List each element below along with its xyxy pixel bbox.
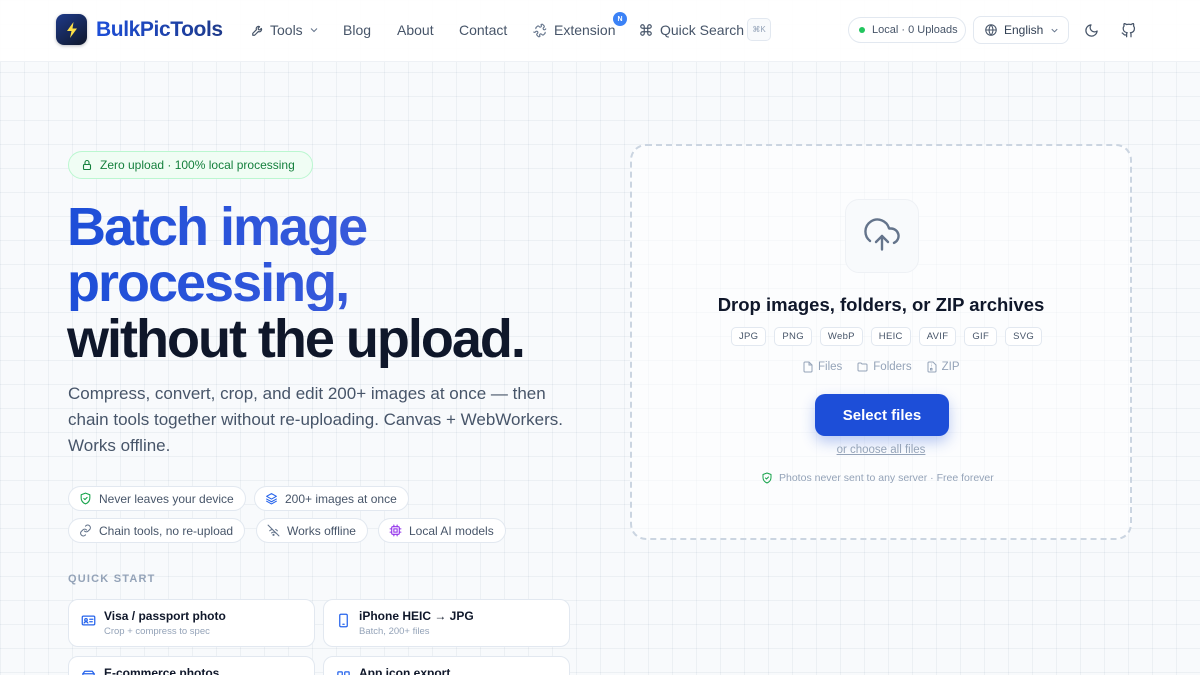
extension-new-badge: N (613, 12, 627, 26)
source-folders: Folders (856, 361, 912, 373)
quick-start-card-title: Visa / passport photo (104, 609, 226, 623)
brand-name: BulkPicTools (96, 17, 223, 41)
quick-start-card-heic[interactable]: iPhone HEIC → JPG Batch, 200+ files (323, 599, 570, 647)
upload-status-text: Local · 0 Uploads (872, 24, 958, 36)
chevron-down-icon (310, 28, 318, 33)
nav-tools-menu[interactable]: Tools (251, 20, 320, 40)
choose-all-files-link[interactable]: or choose all files (632, 444, 1130, 456)
feature-chip-device: Never leaves your device (68, 486, 246, 511)
wifi-off-icon (267, 524, 280, 537)
privacy-note-text: Photos never sent to any server · Free f… (779, 472, 994, 484)
quick-start-card-desc: Crop + compress to spec (104, 626, 210, 637)
tools-icon (252, 25, 263, 36)
link-icon (80, 524, 91, 537)
feature-chip-chain-label: Chain tools, no re-upload (99, 523, 234, 538)
chevron-down-icon (1051, 28, 1058, 33)
source-folders-label: Folders (873, 361, 912, 373)
quick-start-card-visa[interactable]: Visa / passport photo Crop + compress to… (68, 599, 315, 647)
hero-title-line-3: without the upload. (67, 309, 526, 369)
dropzone-title: Drop images, folders, or ZIP archives (717, 294, 1045, 315)
privacy-note: Photos never sent to any server · Free f… (761, 472, 994, 484)
quick-start-card-app-icon[interactable]: App icon export (323, 656, 570, 675)
lightning-logo-icon (56, 14, 87, 45)
layers-icon (266, 493, 277, 505)
feature-chip-chain: Chain tools, no re-upload (68, 518, 246, 543)
id-card-icon (81, 615, 96, 626)
upload-icon-box (845, 199, 919, 273)
quick-start-card-ecommerce[interactable]: E-commerce photos (68, 656, 315, 675)
shopping-bag-icon (82, 670, 95, 675)
format-badge: PNG (774, 327, 812, 346)
feature-chip-offline-label: Works offline (287, 523, 356, 538)
nav-tools-label: Tools (270, 22, 303, 38)
feature-chip-batch: 200+ images at once (254, 486, 409, 511)
quick-search-label: Quick Search (660, 22, 745, 38)
file-dropzone[interactable]: Drop images, folders, or ZIP archives JP… (630, 144, 1132, 540)
language-label: English (1004, 23, 1044, 37)
format-badge: HEIC (870, 327, 911, 346)
top-navbar: BulkPicTools Tools Blog About Contact Ex… (0, 0, 1200, 62)
source-zip-label: ZIP (941, 361, 960, 373)
upload-status-pill: Local · 0 Uploads (848, 17, 966, 43)
feature-chip-offline: Works offline (256, 518, 368, 543)
hero-subtitle: Compress, convert, crop, and edit 200+ i… (68, 384, 564, 455)
quick-start-card-title: iPhone HEIC → JPG (359, 609, 474, 623)
command-icon (640, 24, 652, 36)
format-badge: SVG (1005, 327, 1043, 346)
github-icon (1121, 22, 1135, 37)
quick-search-shortcut: ⌘K (747, 18, 771, 41)
source-zip: ZIP (926, 361, 960, 373)
folder-icon (857, 362, 868, 372)
quick-start-card-title: App icon export (359, 666, 451, 675)
theme-toggle-button[interactable] (1079, 18, 1103, 42)
feature-chip-ai-label: Local AI models (409, 523, 494, 538)
zero-upload-text: Zero upload · 100% local processing (100, 158, 295, 172)
github-link[interactable] (1116, 18, 1140, 42)
moon-icon (1084, 23, 1098, 37)
hero-title-line-2: processing, (67, 255, 607, 311)
file-archive-icon (927, 361, 937, 373)
quick-start-card-desc: Batch, 200+ files (359, 626, 430, 637)
feature-chip-batch-label: 200+ images at once (285, 491, 397, 506)
file-icon (803, 361, 813, 373)
shield-check-icon (80, 492, 91, 505)
feature-chip-ai: Local AI models (378, 518, 506, 543)
nav-extension-link[interactable]: Extension (533, 20, 615, 40)
cpu-icon (389, 524, 402, 537)
select-files-button[interactable]: Select files (815, 394, 949, 436)
supported-formats: JPG PNG WebP HEIC AVIF GIF SVG (731, 327, 1043, 346)
source-files-label: Files (818, 361, 843, 373)
cloud-upload-icon (864, 218, 900, 251)
format-badge: AVIF (918, 327, 957, 346)
hero-title: Batch image processing, without the uplo… (67, 199, 607, 367)
nav-about-link[interactable]: About (397, 20, 434, 40)
language-select[interactable]: English (973, 16, 1069, 44)
format-badge: JPG (731, 327, 767, 346)
grid-icon (337, 671, 350, 675)
smartphone-icon (339, 613, 348, 628)
globe-icon (985, 24, 997, 36)
nav-extension-label: Extension (554, 22, 616, 38)
nav-blog-link[interactable]: Blog (343, 20, 371, 40)
nav-contact-link[interactable]: Contact (459, 20, 507, 40)
source-types: Files Folders ZIP (802, 361, 960, 373)
brand-logo[interactable]: BulkPicTools (56, 14, 223, 45)
zero-upload-badge: Zero upload · 100% local processing (68, 151, 313, 179)
status-dot-icon (859, 27, 865, 33)
hero-title-line-1: Batch image (67, 199, 607, 255)
format-badge: GIF (964, 327, 998, 346)
feature-chip-device-label: Never leaves your device (99, 491, 234, 506)
source-files: Files (802, 361, 842, 373)
quick-search-button[interactable]: Quick Search (639, 20, 744, 40)
quick-start-card-title: E-commerce photos (104, 666, 220, 675)
shield-check-icon (762, 472, 772, 484)
lock-icon (82, 159, 92, 171)
format-badge: WebP (819, 327, 863, 346)
puzzle-icon (533, 23, 547, 37)
quick-start-label: QUICK START (68, 573, 156, 585)
